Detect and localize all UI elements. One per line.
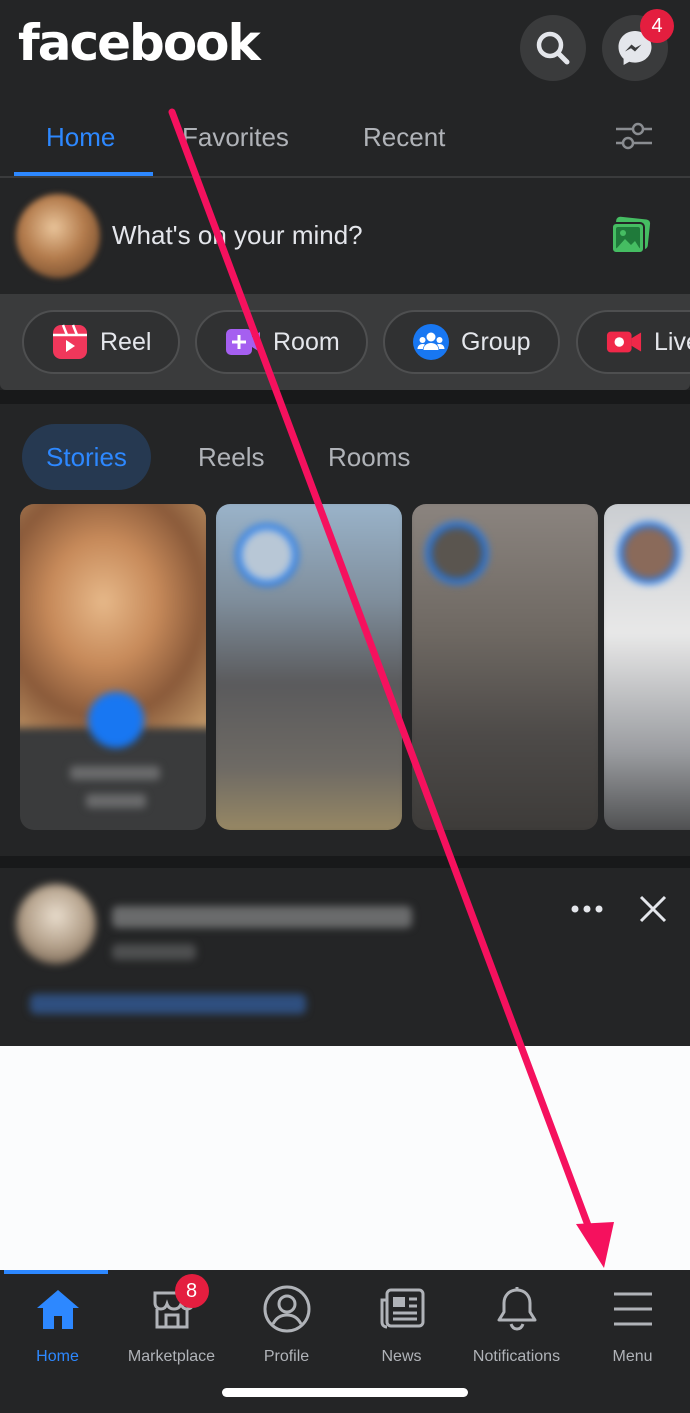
tab-recent[interactable]: Recent (363, 122, 445, 153)
nav-news-label: News (381, 1348, 422, 1365)
app-header: facebook 4 (0, 0, 690, 96)
group-label: Group (461, 327, 531, 356)
bell-icon (495, 1280, 539, 1338)
messenger-badge: 4 (640, 9, 674, 43)
sliders-icon[interactable] (614, 120, 654, 152)
home-indicator (222, 1388, 468, 1397)
news-icon (379, 1280, 425, 1338)
active-tab-indicator (14, 172, 153, 176)
more-icon[interactable] (570, 902, 604, 916)
nav-home-label: Home (36, 1348, 79, 1365)
avatar (426, 522, 488, 584)
menu-icon (612, 1280, 654, 1338)
messenger-button[interactable]: 4 (602, 9, 674, 81)
nav-home[interactable]: Home (0, 1280, 115, 1380)
profile-icon (263, 1280, 311, 1338)
nav-news[interactable]: News (344, 1280, 459, 1380)
reel-icon (52, 324, 88, 360)
story-label (70, 766, 160, 780)
nav-marketplace-label: Marketplace (127, 1348, 216, 1365)
marketplace-badge: 8 (174, 1274, 209, 1308)
story-card[interactable] (412, 504, 598, 830)
story-card[interactable] (216, 504, 402, 830)
nav-marketplace[interactable]: 8 Marketplace (114, 1274, 229, 1380)
tab-rooms[interactable]: Rooms (328, 424, 410, 490)
active-nav-indicator (4, 1270, 108, 1274)
story-card[interactable] (604, 504, 690, 830)
post-author[interactable] (112, 906, 412, 928)
avatar (618, 522, 680, 584)
avatar[interactable] (16, 884, 96, 964)
nav-menu-label: Menu (612, 1348, 653, 1365)
live-button[interactable]: Live (576, 310, 690, 374)
create-actions-bar: Reel Room Group Liv (0, 294, 690, 390)
section-divider (0, 856, 690, 868)
nav-notifications[interactable]: Notifications (459, 1280, 574, 1380)
reel-label: Reel (100, 327, 152, 356)
create-story-card[interactable] (20, 504, 206, 830)
facebook-logo[interactable]: facebook (18, 14, 261, 72)
nav-notifications-label: Notifications (472, 1348, 561, 1365)
marketplace-icon: 8 (149, 1274, 209, 1338)
tab-favorites[interactable]: Favorites (182, 122, 289, 153)
post-composer: What's on your mind? (0, 180, 690, 294)
live-icon (606, 324, 642, 360)
search-button[interactable] (520, 15, 586, 81)
tab-reels[interactable]: Reels (198, 424, 264, 490)
add-story-icon (88, 692, 144, 748)
status-input[interactable]: What's on your mind? (112, 220, 363, 251)
group-icon (413, 324, 449, 360)
nav-profile[interactable]: Profile (229, 1280, 344, 1380)
section-divider (0, 390, 690, 404)
post-media (0, 1046, 690, 1270)
nav-profile-label: Profile (263, 1348, 310, 1365)
close-icon[interactable] (638, 894, 668, 924)
room-icon (225, 324, 261, 360)
post-hashtags[interactable] (30, 994, 306, 1014)
live-label: Live (654, 327, 690, 356)
post-timestamp (112, 944, 196, 960)
photo-icon[interactable] (610, 216, 652, 256)
room-button[interactable]: Room (195, 310, 368, 374)
nav-menu[interactable]: Menu (575, 1280, 690, 1380)
feed-tabs: Home Favorites Recent (0, 96, 690, 178)
avatar (236, 524, 298, 586)
feed-post (0, 868, 690, 1046)
home-icon (35, 1280, 81, 1338)
story-label (86, 794, 146, 808)
avatar[interactable] (16, 194, 100, 278)
reel-button[interactable]: Reel (22, 310, 180, 374)
stories-section: Stories Reels Rooms (0, 404, 690, 856)
tab-stories[interactable]: Stories (22, 424, 151, 490)
search-icon (536, 31, 570, 65)
tab-home[interactable]: Home (46, 122, 115, 153)
room-label: Room (273, 327, 340, 356)
group-button[interactable]: Group (383, 310, 560, 374)
